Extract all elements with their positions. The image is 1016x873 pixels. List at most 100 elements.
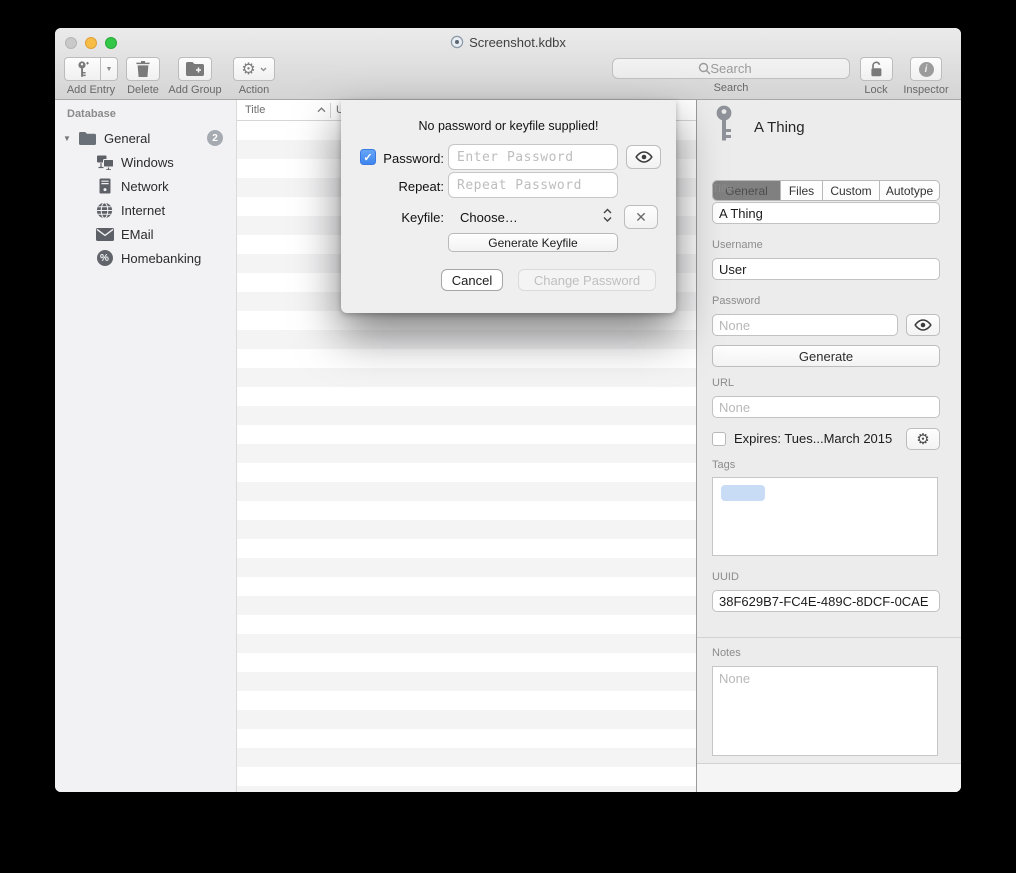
lock-button[interactable] [860,57,893,81]
expires-checkbox[interactable] [712,432,726,446]
notes-field[interactable] [712,666,938,756]
url-field-label: URL [712,377,734,389]
change-password-button-label: Change Password [534,273,640,288]
gear-icon: ⚙ [241,61,255,77]
search-icon [698,62,711,80]
dialog-message: No password or keyfile supplied! [341,119,676,133]
lock-caption: Lock [864,84,887,96]
delete-caption: Delete [127,84,159,96]
sidebar-item-general[interactable]: ▼ General 2 [55,126,237,150]
sidebar: Database ▼ General 2 Windows Network [55,100,237,792]
close-x-icon: ✕ [635,209,647,226]
add-entry-dropdown-arrow[interactable]: ▼ [100,57,118,81]
column-header-title[interactable]: Title [237,104,317,116]
url-field[interactable] [712,396,940,418]
inspector-caption: Inspector [903,84,948,96]
expires-settings-button[interactable]: ⚙ [906,428,940,450]
change-password-button[interactable]: Change Password [518,269,656,291]
dialog-keyfile-label: Keyfile: [380,210,444,225]
entry-key-icon [713,105,735,147]
password-field[interactable] [712,314,898,336]
search-group: Search [612,58,850,94]
lock-group: Lock [858,57,894,96]
sidebar-item-label: EMail [121,227,154,242]
sidebar-item-internet[interactable]: Internet [55,198,237,222]
windows-icon [95,155,114,170]
tab-custom[interactable]: Custom [823,181,880,200]
dialog-repeat-input[interactable] [448,172,618,198]
add-entry-caption: Add Entry [67,84,115,96]
main-window: Screenshot.kdbx ▼ Add Entry Delete [55,28,961,792]
generate-keyfile-label: Generate Keyfile [488,236,577,250]
inspector-group: i Inspector [898,57,954,96]
chevron-down-icon [260,67,267,72]
password-field-label: Password [712,295,760,307]
password-dialog: No password or keyfile supplied! ✓ Passw… [341,100,676,313]
window-chrome: Screenshot.kdbx ▼ Add Entry Delete [55,28,961,100]
title-field-label: Title [712,183,732,195]
dialog-password-input[interactable] [448,144,618,170]
email-envelope-icon [95,228,114,241]
add-entry-group: ▼ Add Entry [61,57,121,96]
network-icon [95,178,114,194]
cancel-button[interactable]: Cancel [441,269,503,291]
sidebar-item-label: Network [121,179,169,194]
column-title-label: Title [245,104,265,116]
add-group-button[interactable] [178,57,212,81]
dialog-reveal-password-button[interactable] [626,145,661,169]
action-group: ⚙ Action [231,57,277,96]
delete-button[interactable] [126,57,160,81]
sidebar-item-label: Homebanking [121,251,201,266]
tab-files[interactable]: Files [781,181,823,200]
sidebar-item-network[interactable]: Network [55,174,237,198]
eye-icon [635,151,653,163]
sidebar-item-label: Windows [121,155,174,170]
generate-keyfile-button[interactable]: Generate Keyfile [448,233,618,252]
internet-globe-icon [95,202,114,219]
entry-count-badge: 2 [207,130,223,146]
sidebar-item-label: General [104,131,150,146]
expires-label: Expires: Tues...March 2015 [734,431,892,446]
folder-icon [79,132,96,145]
username-field[interactable] [712,258,940,280]
disclosure-triangle-icon[interactable]: ▼ [63,134,77,143]
sidebar-item-windows[interactable]: Windows [55,150,237,174]
action-button[interactable]: ⚙ [233,57,275,81]
title-field[interactable] [712,202,940,224]
search-caption: Search [714,82,749,94]
tag-token[interactable] [721,485,765,501]
generate-button-label: Generate [799,349,853,364]
sidebar-item-homebanking[interactable]: % Homebanking [55,246,237,270]
tab-autotype[interactable]: Autotype [880,181,939,200]
inspector-footer [697,764,961,792]
key-plus-icon [77,61,89,78]
action-caption: Action [239,84,270,96]
sidebar-item-email[interactable]: EMail [55,222,237,246]
info-icon: i [919,62,934,77]
generate-password-button[interactable]: Generate [712,345,940,367]
window-title: Screenshot.kdbx [55,35,961,50]
inspector-panel: A Thing General Files Custom Autotype Ti… [697,100,961,792]
checkmark-icon: ✓ [363,151,372,164]
lock-open-icon [869,61,884,77]
eye-icon [914,319,932,331]
notes-field-label: Notes [712,647,741,659]
folder-plus-icon [186,62,204,76]
entry-title: A Thing [754,119,805,136]
clear-keyfile-button[interactable]: ✕ [624,205,658,229]
popup-stepper-icon[interactable] [603,208,612,228]
delete-group: Delete [123,57,163,96]
window-title-text: Screenshot.kdbx [469,35,566,50]
search-input[interactable] [612,58,850,79]
keyfile-popup-button[interactable]: Choose… [460,210,518,225]
tags-field[interactable] [712,477,938,556]
password-checkbox[interactable]: ✓ [360,149,376,165]
inspector-divider [697,637,961,638]
uuid-field[interactable] [712,590,940,612]
dialog-repeat-label: Repeat: [380,179,444,194]
inspector-button[interactable]: i [910,57,942,81]
add-entry-button[interactable] [64,57,100,81]
dialog-password-label: Password: [380,151,444,166]
reveal-password-button[interactable] [906,314,940,336]
add-group-group: Add Group [165,57,225,96]
